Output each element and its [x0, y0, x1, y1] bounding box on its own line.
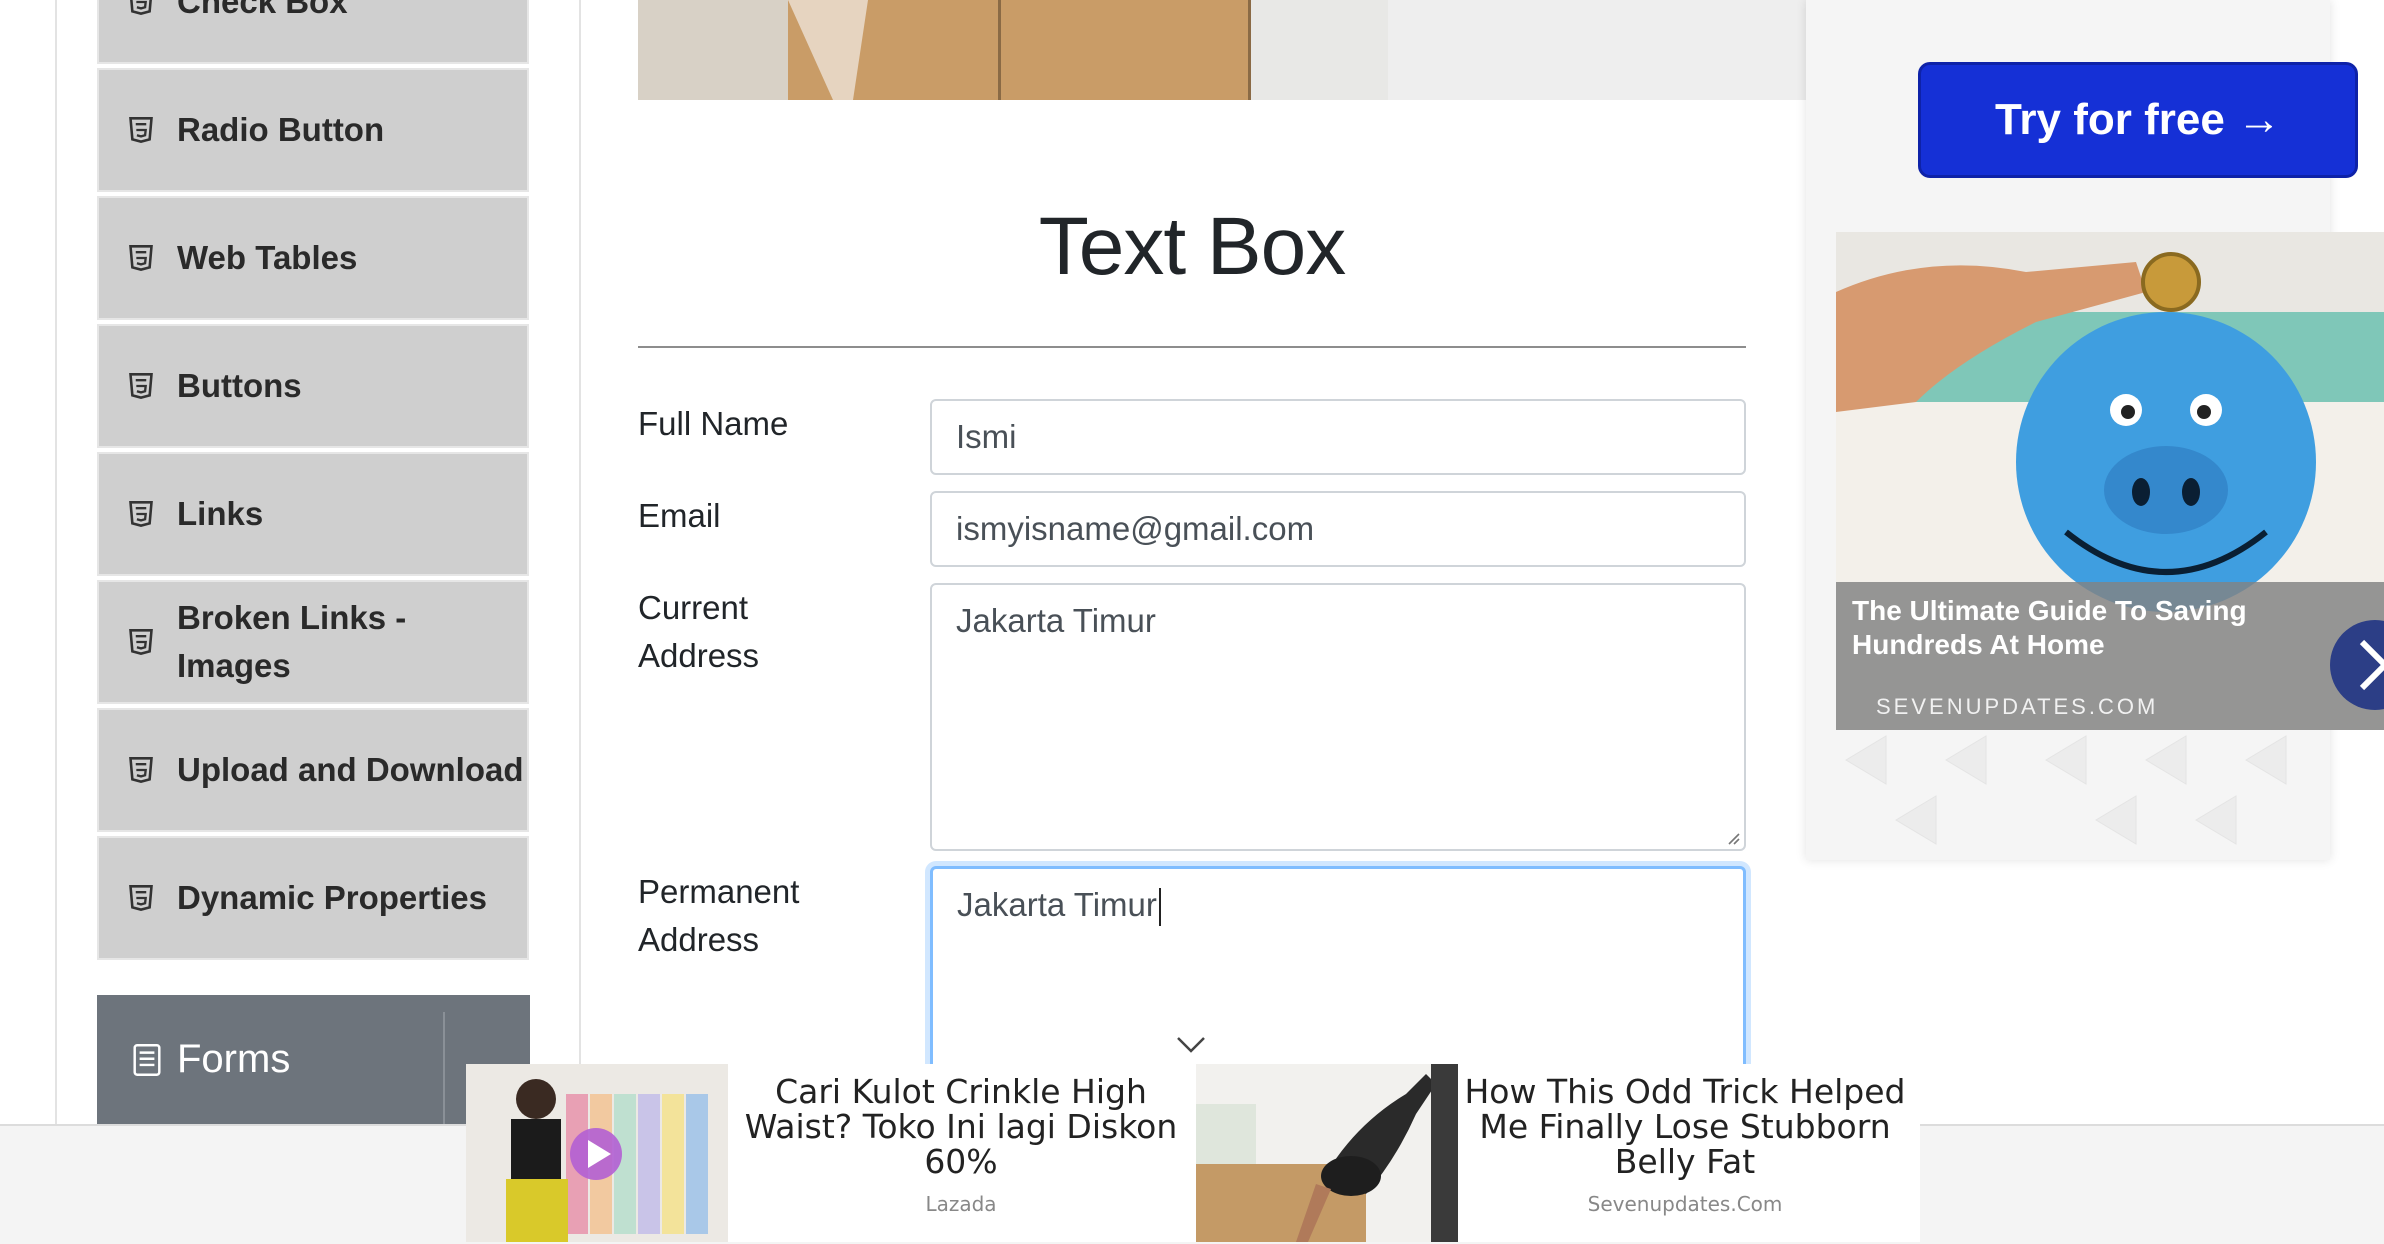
try-for-free-button[interactable]: Try for free → — [1918, 62, 2358, 178]
banner-background — [1388, 0, 1806, 100]
html5-icon — [129, 757, 153, 783]
resize-handle-icon[interactable] — [1724, 829, 1740, 845]
sidebar-item-label: Radio Button — [177, 111, 385, 148]
chevron-right-icon — [2359, 639, 2384, 691]
html5-icon — [129, 501, 153, 527]
ad-caption: The Ultimate Guide To Saving Hundreds At… — [1836, 582, 2384, 730]
email-value: ismyisname@gmail.com — [956, 510, 1315, 547]
sidebar-item-label: Links — [177, 495, 264, 532]
sidebar-item-broken-links-images[interactable]: Broken Links - Images — [97, 580, 529, 704]
current-address-value: Jakarta Timur — [956, 602, 1156, 639]
sidebar-item-links[interactable]: Links — [97, 452, 529, 576]
sidebar-item-web-tables[interactable]: Web Tables — [97, 196, 529, 320]
current-address-textarea[interactable]: Jakarta Timur — [930, 583, 1746, 851]
ad-source: Lazada — [925, 1192, 997, 1216]
divider — [443, 1012, 445, 1124]
sidebar-item-dynamic-properties[interactable]: Dynamic Properties — [97, 836, 529, 960]
html5-icon — [129, 373, 153, 399]
ad-headline: The Ultimate Guide To Saving Hundreds At… — [1852, 595, 2247, 660]
email-label: Email — [638, 497, 721, 534]
full-name-input[interactable]: Ismi — [930, 399, 1746, 475]
sidebar-item-radio-button[interactable]: Radio Button — [97, 68, 529, 192]
html5-icon — [129, 629, 153, 655]
permanent-address-label: Permanent Address — [638, 873, 800, 958]
email-input[interactable]: ismyisname@gmail.com — [930, 491, 1746, 567]
next-arrow-button[interactable] — [2330, 620, 2384, 710]
sidebar-item-check-box[interactable]: Check Box — [97, 0, 529, 64]
sidebar-item-label: Broken Links - Images — [177, 599, 407, 684]
ad-source: SEVENUPDATES.COM — [1876, 694, 2159, 719]
ad-thumbnail — [466, 1064, 728, 1242]
sidebar-group-label: Forms — [177, 1037, 291, 1081]
ad-image[interactable]: The Ultimate Guide To Saving Hundreds At… — [1836, 232, 2384, 730]
bottom-ad-2[interactable]: How This Odd Trick Helped Me Finally Los… — [1196, 1064, 1920, 1242]
text-cursor — [1158, 888, 1161, 927]
divider — [638, 346, 1746, 348]
chevron-down-icon[interactable] — [1176, 1035, 1206, 1055]
html5-icon — [129, 885, 153, 911]
ad-source: Sevenupdates.Com — [1587, 1192, 1783, 1216]
html5-icon — [130, 0, 152, 15]
sidebar-item-label: Web Tables — [177, 239, 358, 276]
bottom-ad-1[interactable]: Cari Kulot Crinkle High Waist? Toko Ini … — [466, 1064, 1196, 1242]
sidebar-item-upload-and-download[interactable]: Upload and Download — [97, 708, 529, 832]
banner-image — [638, 0, 1388, 100]
permanent-address-value: Jakarta Timur — [957, 886, 1157, 923]
full-name-value: Ismi — [956, 418, 1017, 455]
ad-title: How This Odd Trick Helped Me Finally Los… — [1464, 1072, 1906, 1181]
sidebar-item-label: Upload and Download — [177, 751, 524, 788]
sidebar-item-label: Dynamic Properties — [177, 879, 487, 916]
ad-thumbnail — [1196, 1064, 1458, 1242]
html5-icon — [129, 245, 153, 271]
page-title: Text Box — [1038, 201, 1346, 292]
document-icon — [133, 1043, 161, 1076]
current-address-label: Current Address — [638, 589, 760, 674]
sidebar-item-label: Buttons — [177, 367, 302, 404]
sidebar-item-buttons[interactable]: Buttons — [97, 324, 529, 448]
full-name-label: Full Name — [638, 405, 789, 442]
sidebar-item-label: Check Box — [177, 0, 348, 20]
html5-icon — [129, 117, 153, 143]
ad-title: Cari Kulot Crinkle High Waist? Toko Ini … — [744, 1072, 1178, 1181]
